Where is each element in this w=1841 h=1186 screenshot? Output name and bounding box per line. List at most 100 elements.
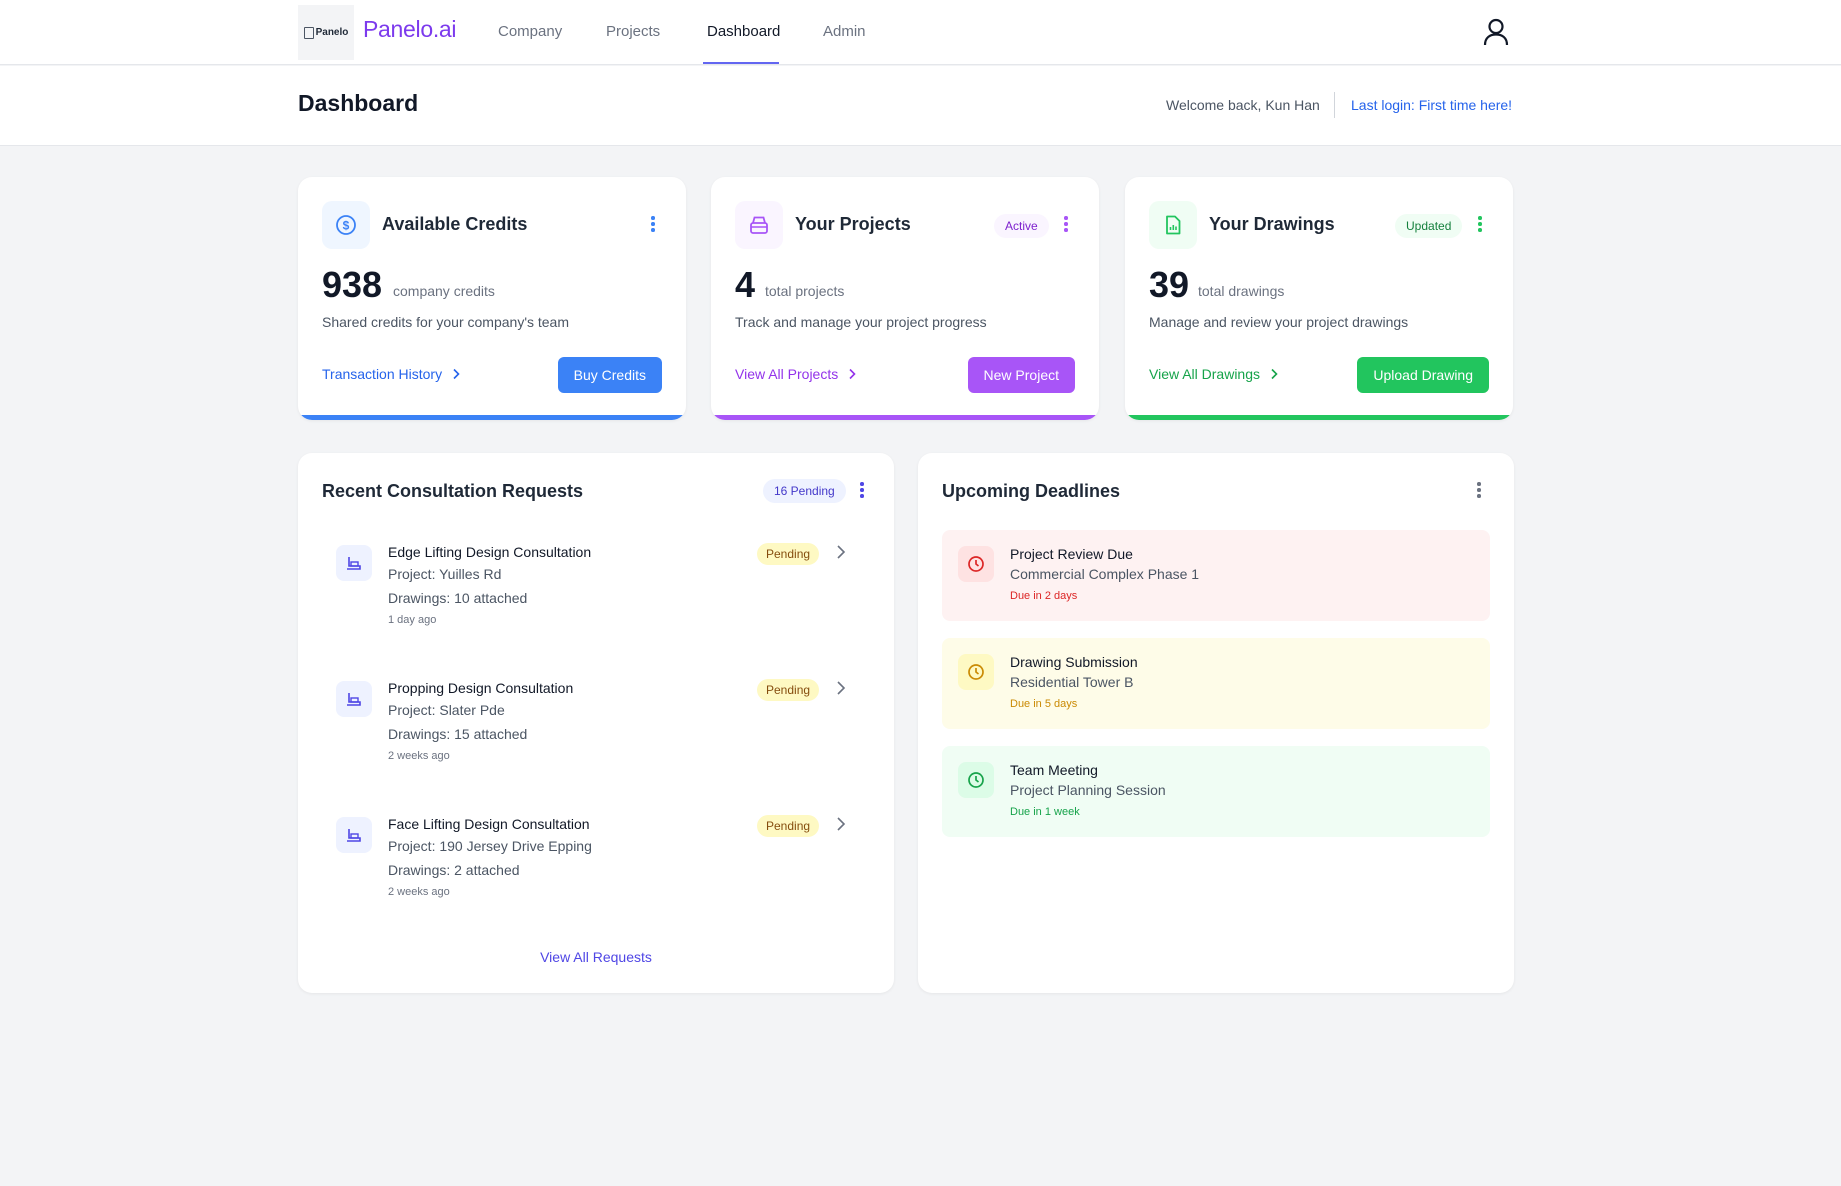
projects-unit: total projects (765, 283, 845, 299)
request-title: Propping Design Consultation (388, 680, 574, 696)
deadline-item[interactable]: Team Meeting Project Planning Session Du… (942, 746, 1490, 837)
active-tab-indicator (703, 62, 779, 64)
svg-text:$: $ (343, 219, 350, 233)
company-logo[interactable]: Panelo (298, 5, 354, 60)
welcome-text: Welcome back, Kun Han (1166, 97, 1320, 113)
deadline-title: Team Meeting (1010, 762, 1098, 778)
page-title: Dashboard (298, 90, 419, 116)
archive-box-icon (735, 201, 783, 249)
nav-link-admin[interactable]: Admin (823, 23, 866, 40)
deadline-subtitle: Residential Tower B (1010, 674, 1134, 690)
deadline-subtitle: Project Planning Session (1010, 782, 1166, 798)
drawings-unit: total drawings (1198, 283, 1285, 299)
status-badge: Pending (757, 679, 820, 701)
projects-card: Your Projects Active 4 total projects Tr… (711, 177, 1099, 420)
clock-icon (958, 762, 994, 798)
drawings-menu-icon[interactable] (1477, 216, 1483, 234)
request-item[interactable]: Propping Design Consultation Project: Sl… (322, 669, 870, 789)
upload-drawing-button[interactable]: Upload Drawing (1357, 357, 1489, 393)
requests-menu-icon[interactable] (859, 482, 865, 500)
credits-value: 938 (322, 264, 383, 305)
requests-title: Recent Consultation Requests (322, 481, 584, 501)
request-drawings: Drawings: 10 attached (388, 590, 528, 606)
credits-menu-icon[interactable] (650, 216, 656, 234)
projects-title: Your Projects (795, 214, 911, 234)
chevron-right-icon (453, 368, 460, 380)
request-project: Project: 190 Jersey Drive Epping (388, 838, 592, 854)
request-item[interactable]: Face Lifting Design Consultation Project… (322, 805, 870, 925)
drawings-card: Your Drawings Updated 39 total drawings … (1125, 177, 1513, 420)
drawings-value: 39 (1149, 264, 1190, 305)
view-all-requests-link[interactable]: View All Requests (298, 949, 894, 965)
pending-count-badge: 16 Pending (763, 479, 846, 503)
page-header: Dashboard Welcome back, Kun Han Last log… (0, 66, 1841, 146)
projects-status-badge: Active (994, 214, 1049, 238)
last-login-link[interactable]: Last login: First time here! (1351, 97, 1512, 113)
chevron-right-icon (849, 368, 856, 380)
drawings-description: Manage and review your project drawings (1149, 314, 1409, 330)
buy-credits-button[interactable]: Buy Credits (557, 357, 662, 393)
drawings-accent-bar (1125, 415, 1513, 420)
deadline-item[interactable]: Project Review Due Commercial Complex Ph… (942, 530, 1490, 621)
credits-accent-bar (298, 415, 686, 420)
chevron-right-icon[interactable] (834, 544, 848, 560)
deadline-title: Project Review Due (1010, 546, 1133, 562)
transaction-history-label: Transaction History (322, 366, 443, 382)
drawings-status-badge: Updated (1395, 214, 1463, 238)
deadline-item[interactable]: Drawing Submission Residential Tower B D… (942, 638, 1490, 729)
chevron-right-icon[interactable] (834, 680, 848, 696)
brand-name[interactable]: Panelo.ai (363, 16, 457, 43)
request-title: Edge Lifting Design Consultation (388, 544, 592, 560)
deadlines-title: Upcoming Deadlines (942, 481, 1121, 501)
user-icon[interactable] (1483, 18, 1509, 46)
drafting-icon (336, 817, 372, 853)
header-divider (1334, 92, 1335, 118)
request-project: Project: Slater Pde (388, 702, 505, 718)
request-item[interactable]: Edge Lifting Design Consultation Project… (322, 533, 870, 653)
projects-menu-icon[interactable] (1063, 216, 1069, 234)
request-drawings: Drawings: 15 attached (388, 726, 528, 742)
request-time: 1 day ago (388, 614, 437, 626)
credits-unit: company credits (393, 283, 495, 299)
consultation-requests-panel: Recent Consultation Requests 16 Pending … (298, 453, 894, 993)
clock-icon (958, 654, 994, 690)
dollar-circle-icon: $ (322, 201, 370, 249)
credits-card: $ Available Credits 938 company credits … (298, 177, 686, 420)
projects-value: 4 (735, 264, 756, 305)
view-all-projects-link[interactable]: View All Projects (735, 366, 856, 382)
projects-description: Track and manage your project progress (735, 314, 987, 330)
nav-link-dashboard[interactable]: Dashboard (707, 23, 780, 40)
deadline-due: Due in 1 week (1010, 806, 1080, 818)
document-chart-icon (1149, 201, 1197, 249)
logo-text: Panelo (315, 27, 349, 38)
request-project: Project: Yuilles Rd (388, 566, 502, 582)
top-nav: Panelo Panelo.ai Company Projects Dashbo… (0, 0, 1841, 65)
request-time: 2 weeks ago (388, 750, 450, 762)
deadline-due: Due in 2 days (1010, 590, 1078, 602)
view-all-drawings-label: View All Drawings (1149, 366, 1261, 382)
deadline-title: Drawing Submission (1010, 654, 1138, 670)
drawings-title: Your Drawings (1209, 214, 1335, 234)
nav-link-projects[interactable]: Projects (606, 23, 660, 40)
drafting-icon (336, 681, 372, 717)
credits-title: Available Credits (382, 214, 528, 234)
new-project-button[interactable]: New Project (967, 357, 1075, 393)
deadline-subtitle: Commercial Complex Phase 1 (1010, 566, 1200, 582)
view-all-projects-label: View All Projects (735, 366, 839, 382)
logo-mark-icon (303, 26, 314, 39)
projects-accent-bar (711, 415, 1099, 420)
view-all-drawings-link[interactable]: View All Drawings (1149, 366, 1278, 382)
clock-icon (958, 546, 994, 582)
chevron-right-icon (1271, 368, 1278, 380)
credits-description: Shared credits for your company's team (322, 314, 570, 330)
chevron-right-icon[interactable] (834, 816, 848, 832)
request-time: 2 weeks ago (388, 886, 450, 898)
status-badge: Pending (757, 815, 820, 837)
nav-link-company[interactable]: Company (498, 23, 562, 40)
request-title: Face Lifting Design Consultation (388, 816, 590, 832)
deadlines-menu-icon[interactable] (1476, 482, 1482, 500)
status-badge: Pending (757, 543, 820, 565)
transaction-history-link[interactable]: Transaction History (322, 366, 460, 382)
deadline-due: Due in 5 days (1010, 698, 1078, 710)
request-drawings: Drawings: 2 attached (388, 862, 520, 878)
